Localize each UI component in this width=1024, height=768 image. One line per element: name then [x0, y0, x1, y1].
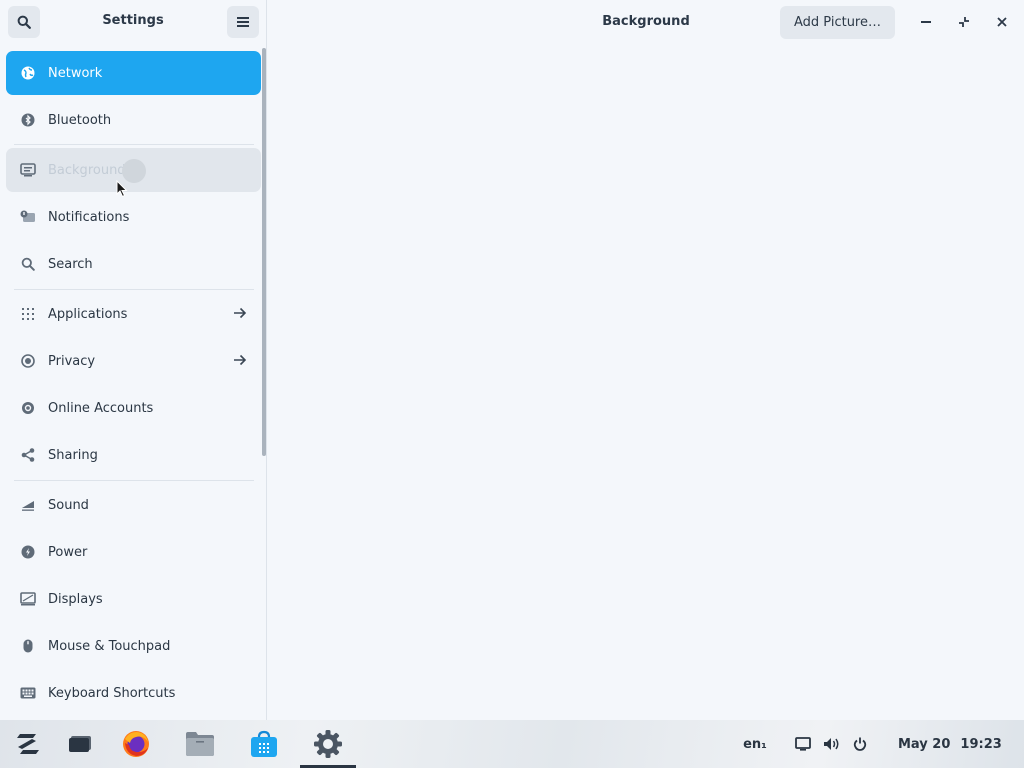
sidebar-item-label: Bluetooth: [48, 112, 112, 128]
sidebar-item-bluetooth[interactable]: Bluetooth: [6, 98, 261, 142]
sidebar-item-label: Power: [48, 544, 88, 560]
keyboard-layout-label: en₁: [743, 736, 767, 752]
volume-tray-button[interactable]: [820, 720, 844, 768]
settings-window: Settings Network Bluetooth Background No…: [0, 0, 1024, 720]
sidebar-item-label: Network: [48, 65, 103, 81]
sidebar-item-notifications[interactable]: Notifications: [6, 195, 261, 239]
sidebar-item-sound[interactable]: Sound: [6, 483, 261, 527]
sidebar-item-search[interactable]: Search: [6, 242, 261, 286]
sidebar-item-label: Sharing: [48, 447, 98, 463]
files-button[interactable]: [178, 720, 222, 768]
clock-button[interactable]: May 20 19:23: [898, 720, 1010, 768]
restore-icon: [959, 17, 969, 27]
arrow-right-icon: [233, 352, 247, 371]
sidebar-title: Settings: [102, 13, 164, 28]
bluetooth-icon: [6, 113, 50, 127]
arrow-right-icon: [233, 305, 247, 324]
date-label: May 20: [898, 736, 951, 752]
display-icon: [6, 592, 50, 606]
workspace-icon: [69, 736, 91, 752]
zorin-menu-button[interactable]: [6, 720, 50, 768]
zorin-menu-icon: [17, 734, 39, 754]
sidebar-separator: [14, 289, 254, 290]
sidebar-separator: [14, 144, 254, 145]
search-icon: [6, 257, 50, 271]
close-button[interactable]: [990, 10, 1014, 34]
taskbar: en₁ May 20 19:23: [0, 720, 1024, 768]
sidebar-item-power[interactable]: Power: [6, 530, 261, 574]
keyboard-icon: [6, 687, 50, 699]
search-button[interactable]: [8, 6, 40, 38]
page-title: Background: [602, 14, 690, 29]
sidebar-item-mouse-touchpad[interactable]: Mouse & Touchpad: [6, 624, 261, 668]
notification-icon: [6, 210, 50, 224]
sidebar-item-sharing[interactable]: Sharing: [6, 433, 261, 477]
firefox-icon: [123, 731, 149, 757]
at-icon: [6, 401, 50, 415]
sidebar-item-network[interactable]: Network: [6, 51, 261, 95]
sidebar-item-label: Search: [48, 256, 93, 272]
settings-icon: [314, 730, 342, 758]
firefox-button[interactable]: [114, 720, 158, 768]
sidebar-item-label: Privacy: [48, 353, 96, 369]
software-store-icon: [251, 730, 277, 757]
screen-icon: [795, 737, 811, 751]
sidebar-item-privacy[interactable]: Privacy: [6, 339, 261, 383]
content-area: [268, 46, 1024, 720]
power-bolt-icon: [6, 545, 50, 559]
sidebar-item-label: Online Accounts: [48, 400, 154, 416]
hamburger-menu-icon: [237, 17, 249, 27]
settings-app-button[interactable]: [306, 720, 350, 768]
mouse-icon: [6, 639, 50, 653]
workspace-button[interactable]: [60, 720, 100, 768]
sidebar-separator: [14, 480, 254, 481]
restore-button[interactable]: [952, 10, 976, 34]
minimize-button[interactable]: [914, 10, 938, 34]
sidebar-item-label: Sound: [48, 497, 89, 513]
software-store-button[interactable]: [242, 720, 286, 768]
monitor-icon: [6, 163, 50, 177]
time-label: 19:23: [960, 736, 1002, 752]
sidebar-item-online-accounts[interactable]: Online Accounts: [6, 386, 261, 430]
sidebar-item-label: Applications: [48, 306, 128, 322]
sidebar-item-displays[interactable]: Displays: [6, 577, 261, 621]
close-icon: [997, 17, 1007, 27]
sidebar-header: Settings: [0, 0, 266, 46]
power-icon: [853, 737, 867, 751]
grid-icon: [6, 308, 50, 320]
sound-icon: [6, 499, 50, 511]
screen-tray-button[interactable]: [792, 720, 814, 768]
privacy-icon: [6, 354, 50, 368]
sidebar: Settings Network Bluetooth Background No…: [0, 0, 267, 720]
sidebar-item-label: Background: [48, 162, 126, 178]
sidebar-item-label: Displays: [48, 591, 103, 607]
sidebar-scrollbar[interactable]: [262, 48, 266, 456]
share-icon: [6, 448, 50, 462]
content-header: Background Add Picture…: [268, 0, 1024, 46]
volume-icon: [824, 738, 839, 750]
sidebar-item-applications[interactable]: Applications: [6, 292, 261, 336]
keyboard-layout-indicator[interactable]: en₁: [738, 720, 772, 768]
files-icon: [186, 732, 214, 756]
minimize-icon: [921, 21, 931, 23]
add-picture-button[interactable]: Add Picture…: [780, 6, 895, 39]
sidebar-item-label: Notifications: [48, 209, 130, 225]
search-icon: [17, 15, 31, 29]
sidebar-item-label: Mouse & Touchpad: [48, 638, 171, 654]
sidebar-item-label: Keyboard Shortcuts: [48, 685, 176, 701]
globe-icon: [6, 66, 50, 80]
sidebar-item-keyboard-shortcuts[interactable]: Keyboard Shortcuts: [6, 671, 261, 715]
power-tray-button[interactable]: [849, 720, 871, 768]
mouse-pointer-icon: [116, 180, 128, 198]
menu-button[interactable]: [227, 6, 259, 38]
